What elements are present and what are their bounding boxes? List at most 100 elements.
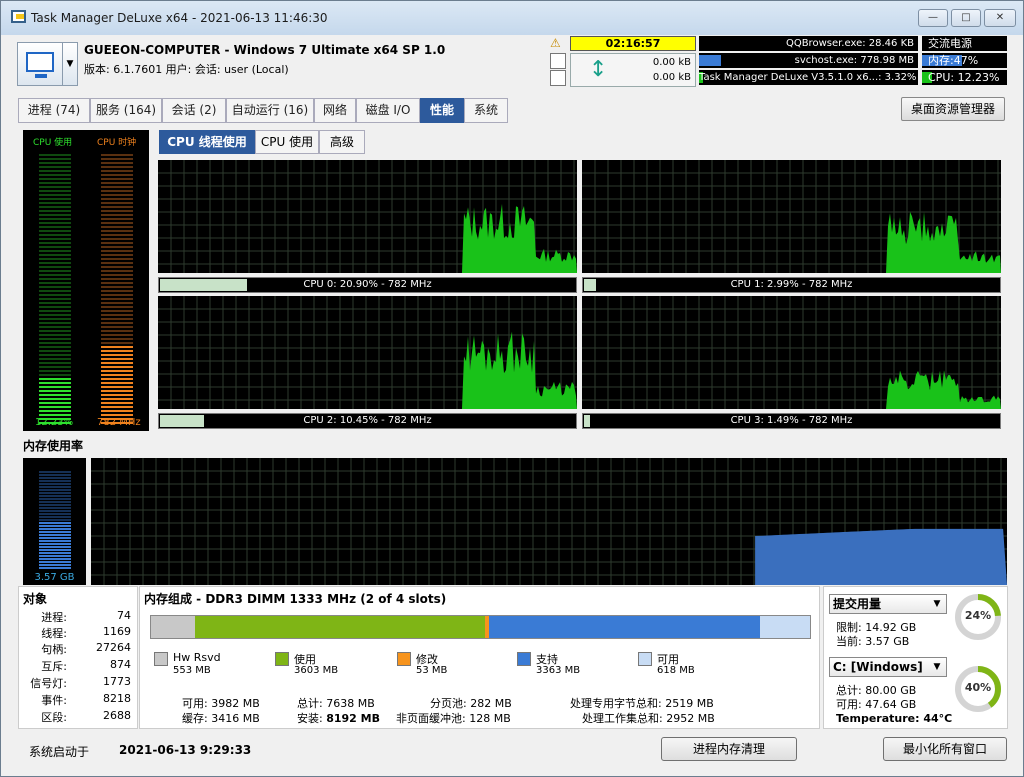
shield-icon[interactable]: ⚠ xyxy=(550,36,561,50)
drive-ring: 40% xyxy=(953,664,1003,714)
meter-segment xyxy=(101,258,133,260)
stat-nonpaged-pool: 非页面缓冲池: 128 MB xyxy=(396,712,511,725)
meter-segment xyxy=(101,290,133,292)
net-in-value: 0.00 kB xyxy=(652,57,691,68)
cpu-clock-meter xyxy=(101,152,133,426)
meter-segment xyxy=(39,246,71,248)
window-title: Task Manager DeLuxe x64 - 2021-06-13 11:… xyxy=(31,11,328,25)
title-bar[interactable]: Task Manager DeLuxe x64 - 2021-06-13 11:… xyxy=(1,1,1023,35)
meter-segment xyxy=(39,282,71,284)
meter-segment xyxy=(39,564,71,566)
object-row: 区段: 2688 xyxy=(41,709,131,724)
desktop-explorer-button[interactable]: 桌面资源管理器 xyxy=(901,97,1005,121)
meter-segment xyxy=(101,390,133,392)
meter-segment xyxy=(101,394,133,396)
meter-segment xyxy=(39,190,71,192)
tab-disk-io[interactable]: 磁盘 I/O xyxy=(356,98,420,123)
subtab-thread-usage[interactable]: CPU 线程使用 xyxy=(159,130,255,154)
meter-segment xyxy=(101,374,133,376)
meter-segment xyxy=(101,298,133,300)
meter-segment xyxy=(101,398,133,400)
meter-segment xyxy=(101,158,133,160)
meter-segment xyxy=(39,350,71,352)
meter-segment xyxy=(39,507,71,509)
meter-segment xyxy=(39,354,71,356)
stat-cached: 缓存: 3416 MB xyxy=(182,712,260,725)
meter-segment xyxy=(39,504,71,506)
drive-select[interactable]: C: [Windows] ▼ xyxy=(829,657,947,677)
meter-segment xyxy=(39,342,71,344)
subtab-cpu-usage[interactable]: CPU 使用 xyxy=(255,130,319,154)
checkbox-top[interactable] xyxy=(550,53,566,69)
meter-segment xyxy=(39,258,71,260)
meter-segment xyxy=(39,414,71,416)
meter-segment xyxy=(39,314,71,316)
version-line: 版本: 6.1.7601 用户: 会话: user (Local) xyxy=(84,63,289,76)
meter-segment xyxy=(39,394,71,396)
memory-level-bars xyxy=(39,470,71,570)
meter-segment xyxy=(39,274,71,276)
object-row: 互斥: 874 xyxy=(41,658,131,673)
meter-segment xyxy=(101,346,133,348)
network-box: ↕ 0.00 kB 0.00 kB xyxy=(570,53,696,87)
meter-segment xyxy=(39,322,71,324)
composition-segment xyxy=(151,616,195,638)
top-process-1[interactable]: QQBrowser.exe: 28.46 KB xyxy=(699,36,918,51)
minimize-all-button[interactable]: 最小化所有窗口 xyxy=(883,737,1007,761)
tab-autoruns[interactable]: 自动运行 (16) xyxy=(226,98,314,123)
meter-segment xyxy=(39,480,71,482)
meter-segment xyxy=(101,342,133,344)
commit-ring: 24% xyxy=(953,592,1003,642)
meter-segment xyxy=(101,302,133,304)
meter-segment xyxy=(39,386,71,388)
meter-segment xyxy=(39,294,71,296)
chevron-down-icon[interactable]: ▼ xyxy=(62,42,78,86)
meter-segment xyxy=(101,214,133,216)
meter-segment xyxy=(39,250,71,252)
subtab-advanced[interactable]: 高级 xyxy=(319,130,365,154)
checkbox-bottom[interactable] xyxy=(550,70,566,86)
meter-segment xyxy=(39,492,71,494)
top-process-3[interactable]: Task Manager DeLuxe V3.5.1.0 x6...: 3.32… xyxy=(699,70,918,85)
close-icon[interactable]: ✕ xyxy=(984,9,1016,27)
meter-segment xyxy=(39,198,71,200)
meter-segment xyxy=(101,190,133,192)
meter-segment xyxy=(101,170,133,172)
meter-segment xyxy=(101,182,133,184)
minimize-icon[interactable]: — xyxy=(918,9,948,27)
cpu-status: CPU: 12.23% xyxy=(922,70,1007,85)
meter-segment xyxy=(101,330,133,332)
clean-memory-button[interactable]: 进程内存清理 xyxy=(661,737,797,761)
meter-segment xyxy=(39,230,71,232)
tab-system[interactable]: 系统 xyxy=(464,98,508,123)
chevron-down-icon: ▼ xyxy=(933,662,941,672)
top-process-2[interactable]: svchost.exe: 778.98 MB xyxy=(699,53,918,68)
main-window: Task Manager DeLuxe x64 - 2021-06-13 11:… xyxy=(0,0,1024,777)
tab-sessions[interactable]: 会话 (2) xyxy=(162,98,226,123)
meter-segment xyxy=(101,286,133,288)
tab-processes[interactable]: 进程 (74) xyxy=(18,98,90,123)
meter-segment xyxy=(101,154,133,156)
meter-segment xyxy=(39,326,71,328)
computer-icon[interactable] xyxy=(17,42,63,86)
meter-segment xyxy=(39,290,71,292)
commit-select[interactable]: 提交用量 ▼ xyxy=(829,594,947,614)
core-usage-area xyxy=(582,370,1001,409)
tab-network[interactable]: 网络 xyxy=(314,98,356,123)
core-bar-3: CPU 3: 1.49% - 782 MHz xyxy=(582,413,1001,429)
meter-segment xyxy=(39,390,71,392)
meter-segment xyxy=(39,346,71,348)
composition-segment xyxy=(195,616,485,638)
maximize-icon[interactable]: □ xyxy=(951,9,981,27)
tab-performance[interactable]: 性能 xyxy=(420,98,464,123)
meter-segment xyxy=(39,162,71,164)
meter-segment xyxy=(101,350,133,352)
meter-segment xyxy=(101,410,133,412)
meter-segment xyxy=(101,326,133,328)
meter-segment xyxy=(39,374,71,376)
object-row: 事件: 8218 xyxy=(41,692,131,707)
meter-segment xyxy=(39,266,71,268)
stat-working-set: 处理工作集总和: 2952 MB xyxy=(582,712,715,725)
tab-services[interactable]: 服务 (164) xyxy=(90,98,162,123)
meter-segment xyxy=(101,414,133,416)
